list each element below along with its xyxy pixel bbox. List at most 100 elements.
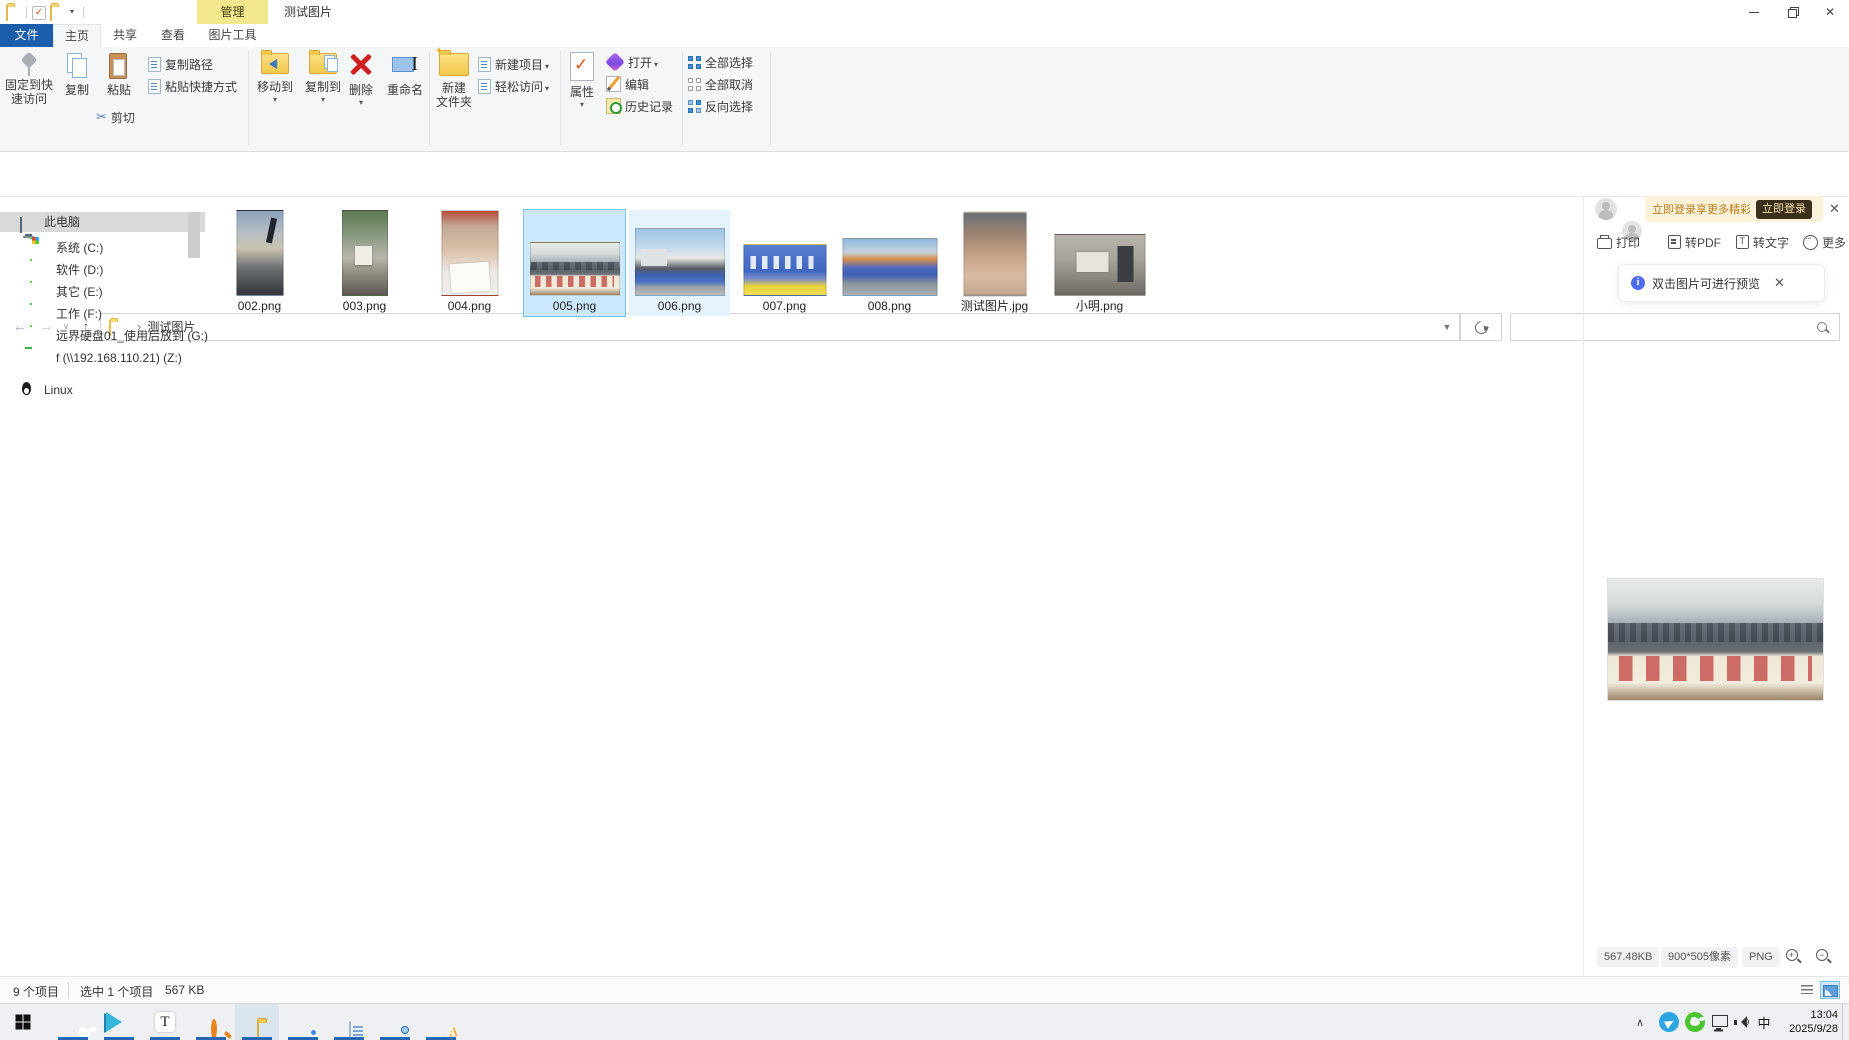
tray-volume[interactable] [1730,1004,1754,1040]
file-thumbnail [842,238,937,296]
selection-size: 567 KB [165,983,204,997]
select-all-button[interactable]: 全部选择 [688,53,753,71]
tip-close-icon[interactable]: ✕ [1774,275,1785,291]
taskbar-app-search[interactable] [189,1004,233,1040]
edit-button[interactable]: 编辑 [606,75,649,93]
taskbar-app-t[interactable]: T [143,1004,187,1040]
ribbon-tab-row: 文件 主页 共享 查看 图片工具 [0,24,1849,48]
address-dropdown-chevron-icon[interactable]: ▼ [1435,314,1459,340]
file-item-test-image[interactable]: 测试图片.jpg [944,210,1045,316]
taskbar-app-cat[interactable] [51,1004,95,1040]
taskbar-app-a[interactable] [419,1004,463,1040]
more-button[interactable]: 更多 [1803,232,1846,252]
file-item-008[interactable]: 008.png [839,210,940,316]
print-button[interactable]: 打印 [1597,232,1640,252]
file-item-007[interactable]: 007.png [734,210,835,316]
tray-telegram[interactable] [1656,1004,1682,1040]
restore-button[interactable] [1773,0,1811,24]
show-desktop-button[interactable] [1842,1004,1849,1040]
tab-file[interactable]: 文件 [0,24,53,47]
easy-access-button[interactable]: 轻松访问 [478,77,549,95]
history-button[interactable]: 历史记录 [606,97,673,115]
tray-show-hidden-icons[interactable]: ∧ [1630,1004,1650,1040]
cut-button[interactable]: 剪切 [96,108,135,126]
a-app-icon [441,1011,463,1040]
tray-clock[interactable]: 13:04 2025/9/28 [1789,1008,1838,1036]
rename-button[interactable]: 重命名 [382,52,428,97]
tab-view[interactable]: 查看 [149,24,197,47]
select-none-button[interactable]: 全部取消 [688,75,753,93]
file-item-xiaoming[interactable]: 小明.png [1049,210,1150,316]
close-button[interactable]: ✕ [1811,0,1849,24]
select-none-icon [688,78,701,91]
refresh-button[interactable] [1460,313,1502,341]
preview-pane-divider[interactable] [1583,197,1584,976]
search-box[interactable] [1510,313,1840,341]
sidebar-item-linux[interactable]: Linux [0,380,205,400]
qat-customize-chevron-icon[interactable]: ▾ [70,0,74,24]
file-item-003[interactable]: 003.png [314,210,415,316]
taskbar-app-notes[interactable] [327,1004,371,1040]
search-icon [1817,322,1827,332]
zoom-out-icon[interactable]: − [1816,949,1832,965]
open-button[interactable]: 打开 [606,53,658,71]
file-item-005-selected[interactable]: 005.png [524,210,625,316]
qat-properties-icon[interactable]: ✓ [32,6,46,20]
login-button[interactable]: 立即登录 [1756,200,1812,219]
to-text-button[interactable]: 转文字 [1736,232,1789,252]
sidebar-item-this-pc[interactable]: 此电脑 [0,212,205,232]
sidebar-item-drive-z[interactable]: f (\\192.168.110.21) (Z:) [0,348,205,368]
properties-button[interactable]: 属性 [563,52,601,109]
copy-path-button[interactable]: 复制路径 [148,55,213,73]
minimize-button[interactable] [1735,0,1773,24]
chevron-up-icon: ∧ [1636,1016,1644,1029]
tray-messenger[interactable] [1682,1004,1708,1040]
start-button[interactable] [1,1004,45,1040]
more-label: 更多 [1822,234,1846,251]
file-item-006[interactable]: 006.png [629,210,730,316]
file-item-002[interactable]: 002.png [209,210,310,316]
sidebar-scrollbar[interactable] [188,212,200,258]
tab-home[interactable]: 主页 [53,24,101,47]
sidebar-item-drive-d[interactable]: 软件 (D:) [0,260,205,280]
move-to-button[interactable]: 移动到 [252,53,298,104]
explorer-folder-icon [257,1021,259,1037]
zoom-in-icon[interactable]: + [1786,949,1802,965]
to-pdf-button[interactable]: 转PDF [1668,232,1721,252]
banner-close-icon[interactable]: ✕ [1829,201,1840,217]
thumbnail-view-button[interactable] [1820,981,1840,999]
paste-label: 粘贴 [107,83,131,97]
copy-button[interactable]: 复制 [57,53,97,97]
taskbar-app-chrome[interactable] [281,1004,325,1040]
avatar[interactable] [1595,198,1617,220]
sidebar-item-drive-c[interactable]: 系统 (C:) [0,238,205,258]
qat-new-folder-icon[interactable] [50,6,52,20]
computer-icon [20,217,22,233]
file-item-004[interactable]: 004.png [419,210,520,316]
paste-shortcut-icon [148,79,161,94]
paste-shortcut-button[interactable]: 粘贴快捷方式 [148,77,237,95]
sidebar-item-drive-g[interactable]: 远界硬盘01_使用后放到 (G:) [0,326,205,346]
file-thumbnail [236,210,283,296]
taskbar-app-arrow[interactable] [97,1004,141,1040]
sidebar-item-drive-e[interactable]: 其它 (E:) [0,282,205,302]
delete-button[interactable]: 删除 [340,52,382,107]
address-box[interactable]: ›测试图片 ▼ [100,313,1460,341]
sidebar-item-drive-f[interactable]: 工作 (F:) [0,304,205,324]
pin-to-quick-access-button[interactable]: 固定到快 速访问 [4,52,54,106]
new-folder-button[interactable]: 新建 文件夹 [432,53,476,109]
taskbar-app-explorer[interactable] [235,1004,279,1040]
sidebar-item-label: 系统 (C:) [56,238,103,258]
details-view-button[interactable] [1798,981,1818,999]
tray-network[interactable] [1708,1004,1732,1040]
pdf-icon [1668,235,1681,249]
taskbar-app-capture[interactable] [373,1004,417,1040]
tray-ime[interactable]: 中 [1752,1004,1776,1040]
tab-share[interactable]: 共享 [101,24,149,47]
preview-image[interactable] [1608,579,1823,700]
tab-picture-tools[interactable]: 图片工具 [197,24,268,47]
invert-selection-button[interactable]: 反向选择 [688,97,753,115]
new-item-button[interactable]: 新建项目 [478,55,549,73]
paste-button[interactable]: 粘贴 [99,52,139,97]
file-name: 005.png [524,298,625,314]
